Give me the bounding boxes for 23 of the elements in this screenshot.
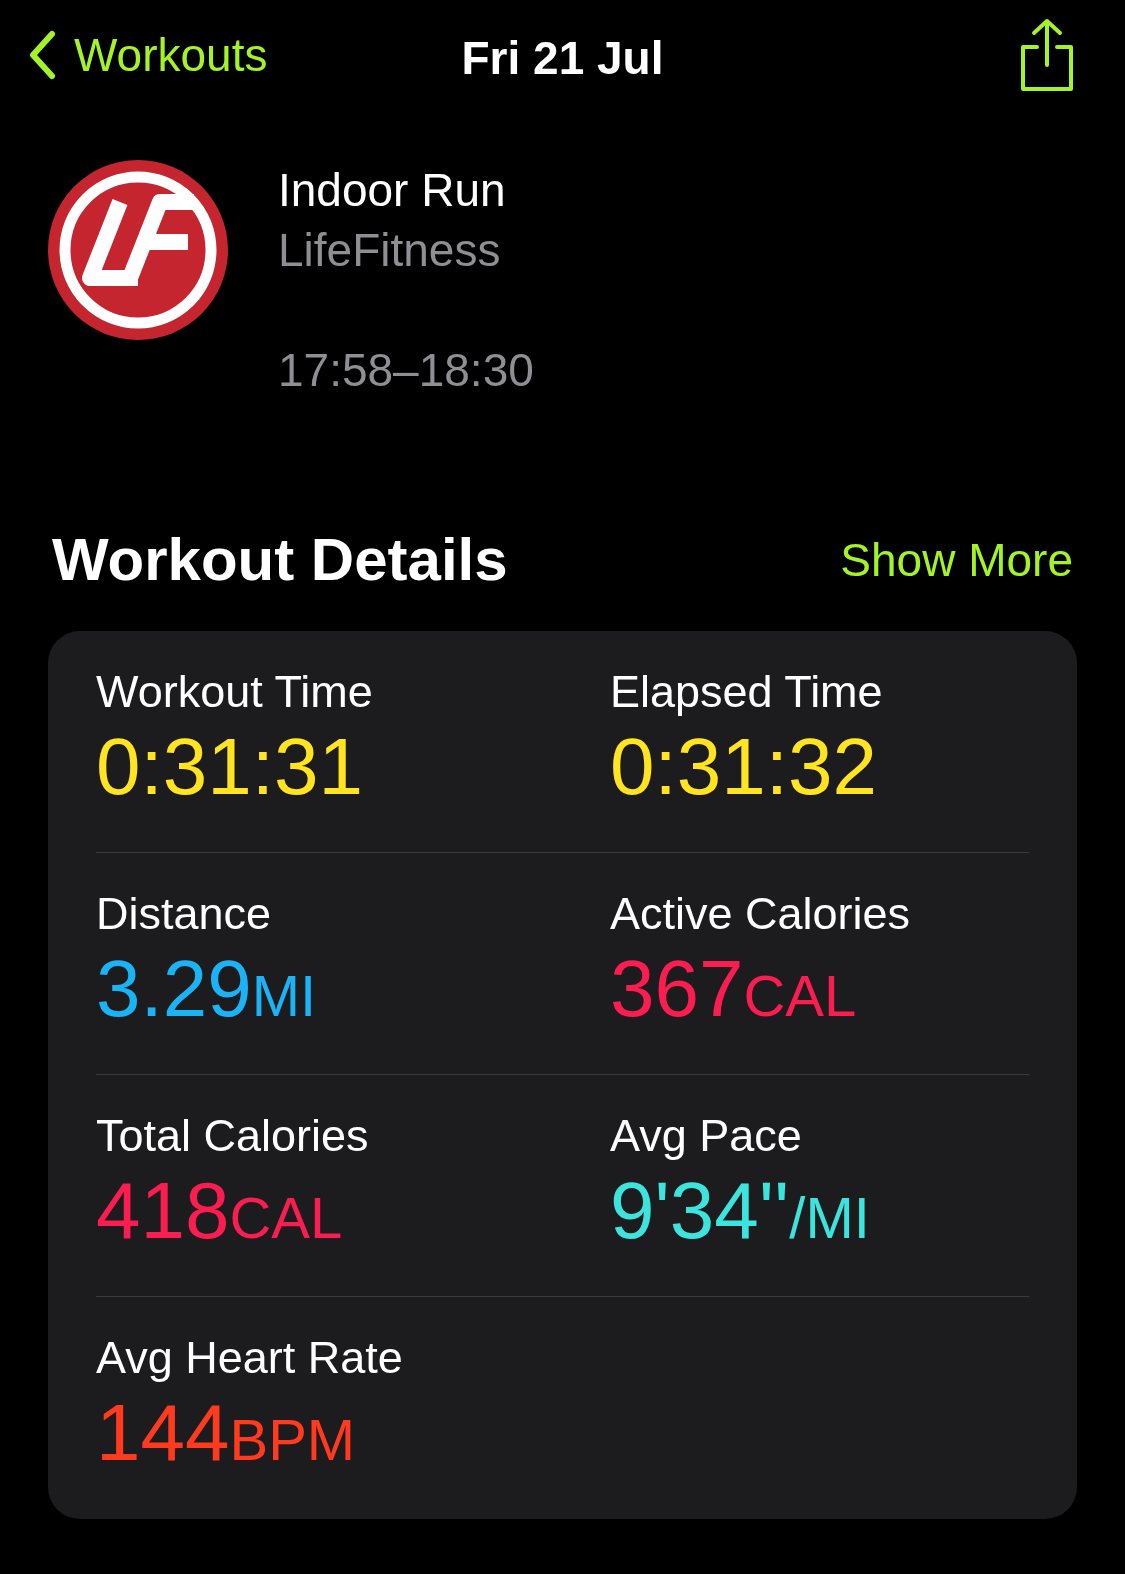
back-button[interactable]: Workouts — [28, 20, 268, 90]
logo-icon — [48, 160, 228, 340]
workout-source: LifeFitness — [278, 223, 502, 278]
metric-value: 9'34''/MI — [610, 1165, 870, 1257]
workout-time-range: 17:58–18:30 — [278, 343, 534, 398]
metric-label: Active Calories — [610, 887, 912, 941]
workout-title: Indoor Run — [278, 163, 507, 218]
metric-label: Avg Pace — [610, 1109, 803, 1163]
back-chevron-icon — [28, 30, 56, 80]
show-more-link[interactable]: Show More — [840, 525, 1073, 595]
metric-label: Workout Time — [96, 665, 374, 719]
page-title: Fri 21 Jul — [461, 31, 664, 86]
metric-label: Distance — [96, 887, 273, 941]
metric-label: Avg Heart Rate — [96, 1331, 404, 1385]
metric-value: 3.29MI — [96, 943, 317, 1035]
metric-value: 418CAL — [96, 1165, 343, 1257]
metric-value: 144BPM — [96, 1387, 356, 1479]
metric-value: 0:31:31 — [96, 721, 363, 813]
section-title: Workout Details — [52, 525, 508, 595]
metric-label: Elapsed Time — [610, 665, 884, 719]
metric-label: Total Calories — [96, 1109, 370, 1163]
metric-value: 0:31:32 — [610, 721, 877, 813]
metric-value: 367CAL — [610, 943, 857, 1035]
